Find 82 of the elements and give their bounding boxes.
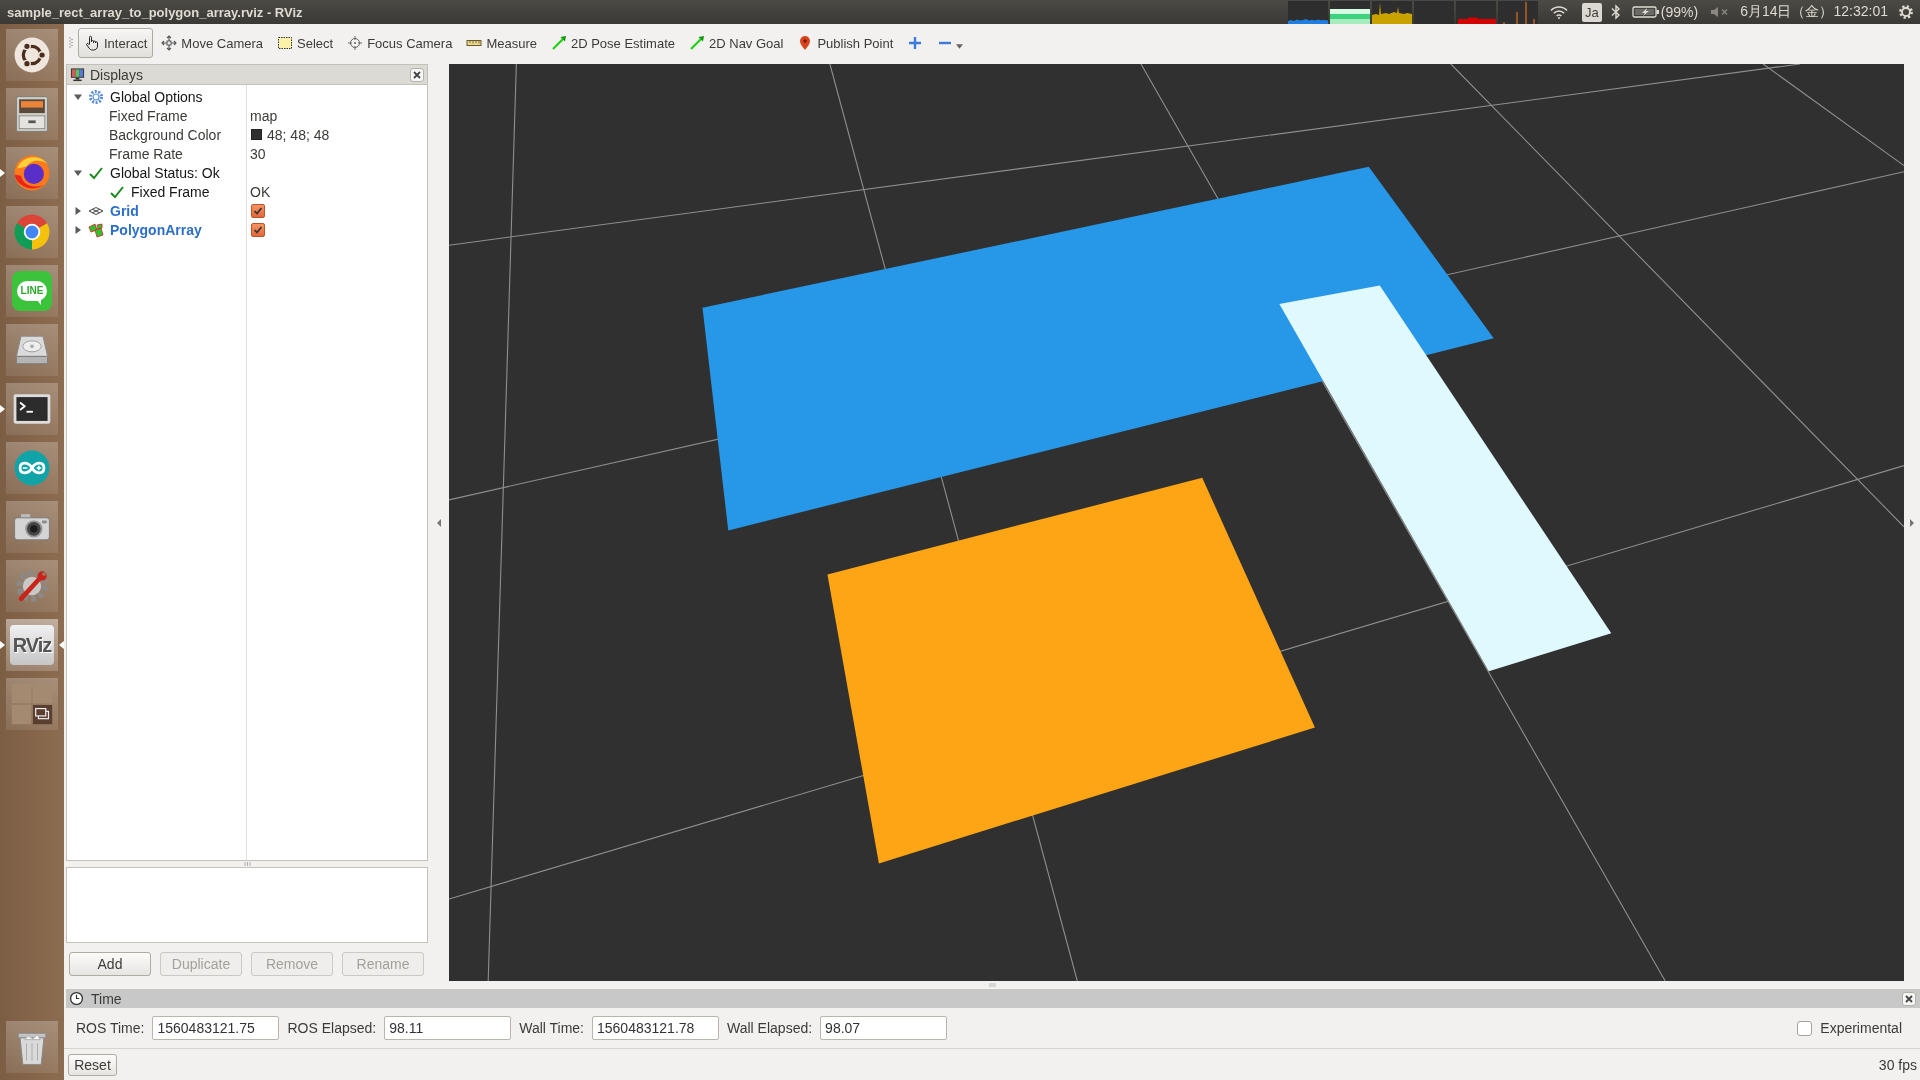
load-graph xyxy=(1371,0,1412,24)
arrow-icon xyxy=(689,35,705,51)
tree-item[interactable]: PolygonArray xyxy=(110,221,202,238)
tool-button[interactable]: Interact xyxy=(78,28,154,58)
checkbox[interactable] xyxy=(1797,1020,1813,1036)
panel-button[interactable]: Add xyxy=(69,952,151,976)
time-field[interactable]: 98.11 xyxy=(384,1016,512,1040)
right-caret-icon[interactable] xyxy=(1910,518,1914,527)
tool-button[interactable]: Publish Point xyxy=(791,28,900,58)
workspace-grid-icon xyxy=(10,682,54,726)
reset-button[interactable]: Reset xyxy=(68,1053,117,1076)
property-value: map xyxy=(250,107,278,124)
close-icon xyxy=(1905,994,1913,1003)
panel-title: Time xyxy=(91,990,123,1007)
input-method-indicator[interactable]: Ja xyxy=(1581,2,1602,22)
checkbox[interactable] xyxy=(251,222,265,237)
tree-item[interactable]: Fixed Frame xyxy=(109,107,188,124)
load-graph xyxy=(1287,0,1328,24)
hand-icon xyxy=(84,35,100,51)
tree-item[interactable]: Background Color xyxy=(109,126,222,143)
arrow-icon xyxy=(550,35,567,51)
expand-arrow-icon[interactable] xyxy=(74,225,82,234)
panel-title: Displays xyxy=(90,66,144,83)
battery-percent: (99%) xyxy=(1660,4,1699,20)
time-field[interactable]: 1560483121.75 xyxy=(152,1016,280,1040)
checkbox[interactable] xyxy=(251,203,265,218)
caret-icon xyxy=(956,43,964,49)
tree-item[interactable]: Global Options xyxy=(110,88,203,105)
tool-button[interactable]: Select xyxy=(271,28,340,58)
window-title: sample_rect_array_to_polygon_array.rviz - RViz xyxy=(7,4,303,20)
tree-item[interactable]: Fixed Frame xyxy=(131,183,210,200)
close-button[interactable] xyxy=(410,67,424,82)
tree-item[interactable]: Global Status: Ok xyxy=(110,164,220,181)
crosshair-icon xyxy=(347,35,364,51)
toolbar-grip-icon[interactable] xyxy=(69,36,73,50)
launcher-button[interactable]: RViz xyxy=(0,619,64,671)
polygon-icon xyxy=(88,221,104,238)
close-button[interactable] xyxy=(1902,991,1916,1006)
running-indicator-icon xyxy=(0,169,5,177)
selection-rectangle-icon xyxy=(277,35,293,51)
load-graph xyxy=(1455,0,1496,24)
focus-indicator-icon xyxy=(59,641,64,649)
running-indicator-icon xyxy=(0,405,5,413)
time-field[interactable]: 98.07 xyxy=(820,1016,948,1040)
time-field[interactable]: 1560483121.78 xyxy=(592,1016,719,1040)
tool-button[interactable]: Measure xyxy=(460,28,543,58)
move-arrows-icon xyxy=(161,35,178,51)
field-label: ROS Elapsed: xyxy=(287,1020,377,1036)
monitor-icon xyxy=(70,67,85,82)
plus-icon xyxy=(907,35,924,51)
property-value: 48; 48; 48 xyxy=(267,126,330,143)
load-graph xyxy=(1413,0,1454,24)
close-icon xyxy=(413,70,421,79)
bluetooth-icon[interactable] xyxy=(1610,4,1621,20)
tool-button[interactable]: 2D Nav Goal xyxy=(683,28,790,58)
fps-label: 30 fps xyxy=(1878,1056,1917,1073)
tool-button[interactable]: 2D Pose Estimate xyxy=(544,28,681,58)
checkbox-label[interactable]: Experimental xyxy=(1820,1020,1902,1036)
load-graph xyxy=(1497,0,1538,24)
tree-item[interactable]: Frame Rate xyxy=(109,145,183,162)
field-label: Wall Elapsed: xyxy=(727,1020,813,1036)
tool-button[interactable]: Move Camera xyxy=(155,28,269,58)
property-value: 30 xyxy=(250,145,266,162)
tree-item[interactable]: Grid xyxy=(110,202,139,219)
expand-arrow-icon[interactable] xyxy=(74,92,82,101)
expand-arrow-icon[interactable] xyxy=(74,168,82,177)
clock[interactable]: 6月14日（金）12:32:01 xyxy=(1740,3,1888,21)
battery-icon[interactable] xyxy=(1631,5,1660,19)
property-value: OK xyxy=(250,183,271,200)
load-graph xyxy=(1329,0,1370,24)
tool-button[interactable]: Focus Camera xyxy=(341,28,459,58)
clock-icon xyxy=(69,991,84,1006)
field-label: Wall Time: xyxy=(519,1020,584,1036)
field-label: ROS Time: xyxy=(76,1020,145,1036)
gear-icon xyxy=(88,88,104,105)
splitter-grip-icon[interactable] xyxy=(243,862,251,866)
gear-icon[interactable] xyxy=(1898,4,1914,20)
expand-arrow-icon[interactable] xyxy=(74,206,82,215)
running-indicator-icon xyxy=(0,641,5,649)
wifi-icon[interactable] xyxy=(1549,5,1568,19)
app-logo: RViz xyxy=(10,625,54,665)
left-caret-icon[interactable] xyxy=(436,518,441,527)
